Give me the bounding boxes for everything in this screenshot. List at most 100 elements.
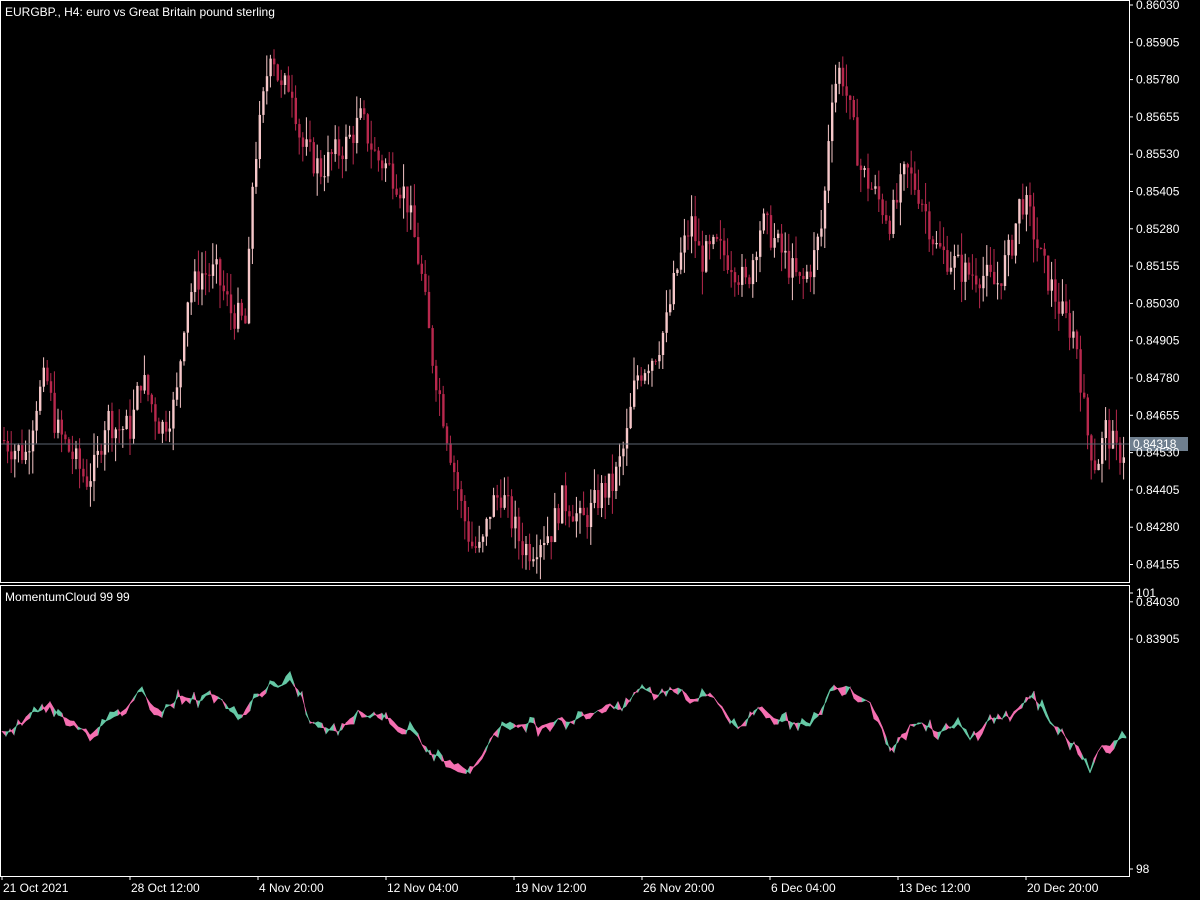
candle-body [463,500,467,522]
candle-body [431,328,434,366]
candle-body [499,497,503,508]
cloud-segment [501,721,507,728]
cloud-segment [757,706,763,713]
candle-body [924,203,927,212]
cloud-segment [609,703,615,710]
cloud-segment [329,722,335,731]
candle-body [60,419,63,435]
candle-body [424,273,427,292]
cloud-segment [1001,710,1007,720]
cloud-segment [461,766,467,775]
candle-body [157,421,161,434]
price-tick-label: 0.84655 [1136,408,1180,422]
cloud-segment [877,717,883,730]
cloud-segment [685,692,691,704]
candle-body [67,439,71,452]
cloud-segment [669,686,675,693]
cloud-segment [53,707,59,717]
candle-body [795,258,798,273]
candle-body [467,521,470,542]
cloud-segment [337,723,343,736]
cloud-segment [689,698,695,704]
candle-body [201,273,204,290]
cloud-segment [33,706,39,713]
candle-body [615,466,618,491]
candle-body [658,354,661,362]
cloud-segment [349,715,355,725]
cloud-segment [513,723,519,729]
candle-body [694,216,697,242]
candle-body [1039,247,1043,249]
candle-body [557,508,560,524]
candle-body [251,186,254,249]
cloud-segment [769,714,775,726]
candle-body [111,410,114,439]
candle-body [147,375,150,395]
cloud-segment [533,717,539,737]
cloud-segment [785,712,791,730]
cloud-segment [801,717,807,727]
candle-body [564,485,567,512]
cloud-segment [665,687,671,697]
candle-body [543,542,546,546]
candle-body [409,205,413,213]
cloud-segment [305,710,311,724]
cloud-segment [17,719,23,726]
candle-body [751,260,755,285]
candle-body [726,255,729,271]
candle-body [679,252,683,270]
candle-body [309,139,312,143]
candle-body [438,390,441,395]
candle-body [359,108,362,118]
cloud-segment [601,704,607,714]
cloud-segment [921,722,927,732]
candle-body [1101,438,1104,464]
cloud-segment [605,703,611,713]
candle-body [352,134,355,144]
candle-body [6,441,9,452]
cloud-segment [521,723,527,734]
cloud-segment [1065,736,1071,751]
candle-body [859,165,863,171]
candle-body [953,256,956,268]
cloud-segment [1073,741,1079,755]
candle-body [892,199,895,234]
cloud-segment [897,734,903,743]
time-tick-label: 19 Nov 12:00 [515,881,587,895]
cloud-segment [693,698,699,702]
candle-body [399,194,402,199]
cloud-segment [385,712,391,725]
cloud-segment [749,710,755,718]
cloud-segment [857,695,863,703]
cloud-segment [149,702,155,716]
candle-body [669,304,672,313]
cloud-segment [105,711,111,722]
candle-body [337,139,341,156]
candle-body [1097,463,1100,471]
candle-body [863,168,866,171]
candle-body [456,472,459,490]
candle-body [917,189,920,204]
cloud-segment [89,731,95,742]
time-tick-label: 4 Nov 20:00 [259,881,324,895]
cloud-segment [901,732,907,741]
cloud-segment [1021,697,1027,709]
candle-body [237,302,240,329]
candle-body [1000,283,1003,286]
candle-body [269,58,272,77]
candle-body [154,404,157,422]
candle-body [190,292,193,303]
cloud-segment [989,714,995,724]
cloud-segment [229,705,235,714]
cloud-segment [409,720,415,734]
candle-body [805,271,809,280]
candle-body [798,272,801,276]
cloud-segment [841,685,847,697]
cloud-segment [1061,728,1067,739]
cloud-segment [865,699,871,704]
candle-body [1122,457,1125,463]
cloud-segment [1005,710,1011,722]
candle-body [769,215,773,248]
candle-body [845,86,848,96]
candle-body [265,76,269,92]
